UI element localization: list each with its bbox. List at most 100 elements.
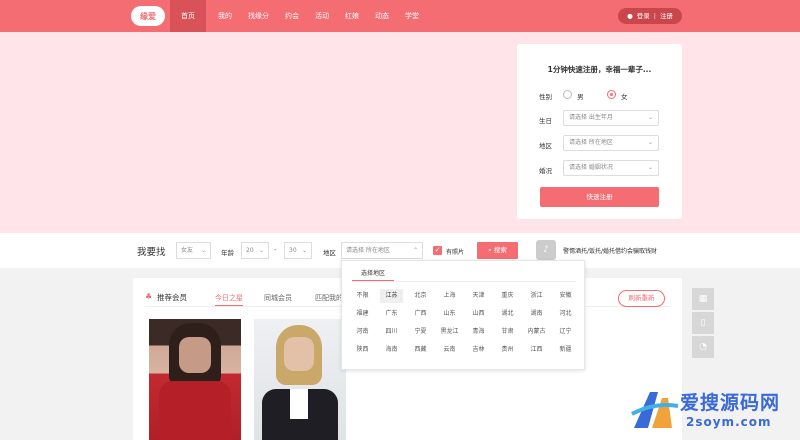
region-option[interactable]: 福建 (351, 307, 374, 321)
region-option[interactable]: 山西 (467, 307, 490, 321)
search-icon: ⌕ (488, 246, 492, 254)
chat-icon: ● (627, 12, 633, 20)
region-option[interactable]: 宁夏 (409, 325, 432, 339)
region-dropdown-tab[interactable]: 选择地区 (352, 268, 394, 281)
top-navbar: 缘爱 首页 我的 找缘分 约会 活动 红娘 动态 学堂 ● 登录 | 注册 (0, 0, 800, 32)
marriage-label: 婚况 (539, 167, 552, 175)
region-option[interactable]: 重庆 (496, 289, 519, 303)
photo-face-blurred (284, 337, 314, 371)
birthday-placeholder: 请选择 出生年月 (569, 114, 613, 121)
region-option[interactable]: 青海 (467, 325, 490, 339)
region-option[interactable]: 江苏 (380, 289, 403, 303)
chevron-down-icon: ⌄ (200, 247, 206, 254)
nav-activity[interactable]: 活动 (307, 0, 337, 32)
member-photo[interactable] (254, 319, 346, 440)
age-max-select[interactable]: 30 ⌄ (284, 242, 312, 259)
search-region-placeholder: 请选择 所在地区 (346, 247, 390, 254)
region-option[interactable]: 吉林 (467, 343, 490, 357)
chevron-down-icon: ⌄ (301, 247, 307, 254)
watermark-logo-icon (631, 392, 679, 428)
region-option[interactable]: 河南 (351, 325, 374, 339)
refresh-button[interactable]: 刷新重新 (618, 290, 665, 307)
region-option[interactable]: 广西 (409, 307, 432, 321)
has-photo-checkbox[interactable]: ✓ (433, 246, 442, 255)
birthday-select[interactable]: 请选择 出生年月 ⌄ (563, 110, 659, 126)
region-option[interactable]: 内蒙古 (525, 325, 548, 339)
region-option[interactable]: 陕西 (351, 343, 374, 357)
age-dash: - (274, 246, 277, 254)
nav-find[interactable]: 找缘分 (240, 0, 277, 32)
region-grid: 不限 江苏 北京 上海 天津 重庆 浙江 安徽福建 广东 广西 山东 山西 湖北 湖南 河北河南 四川 宁夏 黑龙… (348, 287, 580, 359)
tab-match-me[interactable]: 匹配我的 (315, 293, 343, 303)
register-link[interactable]: 注册 (660, 8, 673, 24)
tab-today-star[interactable]: 今日之星 (215, 293, 243, 303)
region-option[interactable]: 西藏 (409, 343, 432, 357)
safety-notice[interactable]: 警惕酒托/饭托/婚托借约会骗取钱财 (563, 246, 657, 255)
region-option[interactable]: 浙江 (525, 289, 548, 303)
has-photo-label: 有照片 (446, 249, 465, 256)
gender-female-label: 女 (621, 93, 628, 101)
region-option[interactable]: 黑龙江 (438, 325, 461, 339)
region-option[interactable]: 上海 (438, 289, 461, 303)
photo-shirt (290, 389, 308, 419)
birthday-label: 生日 (539, 117, 552, 125)
search-button-label: 搜索 (493, 246, 507, 254)
photo-body (159, 381, 231, 440)
region-label: 地区 (539, 142, 552, 150)
nav-feed[interactable]: 动态 (367, 0, 397, 32)
region-option[interactable]: 湖北 (496, 307, 519, 321)
seek-gender-select[interactable]: 女友 ⌄ (176, 242, 211, 259)
login-link[interactable]: 登录 (637, 8, 650, 24)
search-button[interactable]: ⌕ 搜索 (477, 242, 518, 259)
members-title: 推荐会员 (157, 293, 187, 302)
marriage-select[interactable]: 请选择 婚姻状况 ⌄ (563, 160, 659, 176)
region-option[interactable]: 四川 (380, 325, 403, 339)
age-min-value: 20 (246, 247, 254, 254)
region-dropdown-divider (352, 281, 576, 282)
search-region-select[interactable]: 请选择 所在地区 ⌃ (341, 242, 423, 259)
nav-mine[interactable]: 我的 (210, 0, 240, 32)
region-option[interactable]: 广东 (380, 307, 403, 321)
chevron-down-icon: ⌄ (258, 247, 264, 254)
seek-gender-value: 女友 (181, 247, 194, 254)
region-option[interactable]: 湖南 (525, 307, 548, 321)
chevron-down-icon: ⌄ (647, 139, 653, 146)
region-select[interactable]: 请选择 所在地区 ⌄ (563, 135, 659, 151)
region-option[interactable]: 云南 (438, 343, 461, 357)
watermark-en: 2soym.com (686, 415, 772, 429)
quick-register-button[interactable]: 快速注册 (540, 187, 659, 207)
region-option[interactable]: 山东 (438, 307, 461, 321)
search-region-label: 地区 (323, 249, 336, 257)
region-option[interactable]: 河北 (554, 307, 577, 321)
mobile-icon[interactable]: ▯ (692, 312, 714, 334)
region-option[interactable]: 安徽 (554, 289, 577, 303)
nav-matchmaker[interactable]: 红娘 (337, 0, 367, 32)
nav-school[interactable]: 学堂 (397, 0, 427, 32)
region-option[interactable]: 贵州 (496, 343, 519, 357)
watermark-cn: 爱搜源码网 (680, 392, 781, 414)
region-option[interactable]: 天津 (467, 289, 490, 303)
qrcode-icon[interactable]: ▦ (692, 288, 714, 310)
region-option[interactable]: 辽宁 (554, 325, 577, 339)
age-label: 年龄 (221, 249, 234, 257)
site-logo[interactable]: 缘爱 (131, 6, 165, 26)
nav-home[interactable]: 首页 (170, 0, 206, 32)
quick-register-card: 1分钟快速注册，幸福一辈子... 性别 男 女 生日 请选择 出生年月 ⌄ 地区… (517, 44, 682, 219)
member-photo[interactable] (149, 319, 241, 440)
tab-same-city[interactable]: 同城会员 (264, 293, 292, 303)
region-dropdown: 选择地区 不限 江苏 北京 上海 天津 重庆 浙江 安徽福建 广东 广西 山东 山西 湖北 湖南 河北河南四… (341, 260, 585, 370)
region-option[interactable]: 不限 (351, 289, 374, 303)
nav-date[interactable]: 约会 (277, 0, 307, 32)
gender-male-radio[interactable] (563, 90, 572, 99)
region-option[interactable]: 海南 (380, 343, 403, 357)
feedback-icon[interactable]: ◔ (692, 336, 714, 358)
gender-female-radio[interactable] (607, 90, 616, 99)
region-option[interactable]: 甘肃 (496, 325, 519, 339)
auth-separator: | (653, 12, 656, 20)
region-option[interactable]: 北京 (409, 289, 432, 303)
age-min-select[interactable]: 20 ⌄ (241, 242, 269, 259)
age-max-value: 30 (289, 247, 297, 254)
photo-face-blurred (179, 337, 211, 373)
region-option[interactable]: 新疆 (554, 343, 577, 357)
region-option[interactable]: 江西 (525, 343, 548, 357)
